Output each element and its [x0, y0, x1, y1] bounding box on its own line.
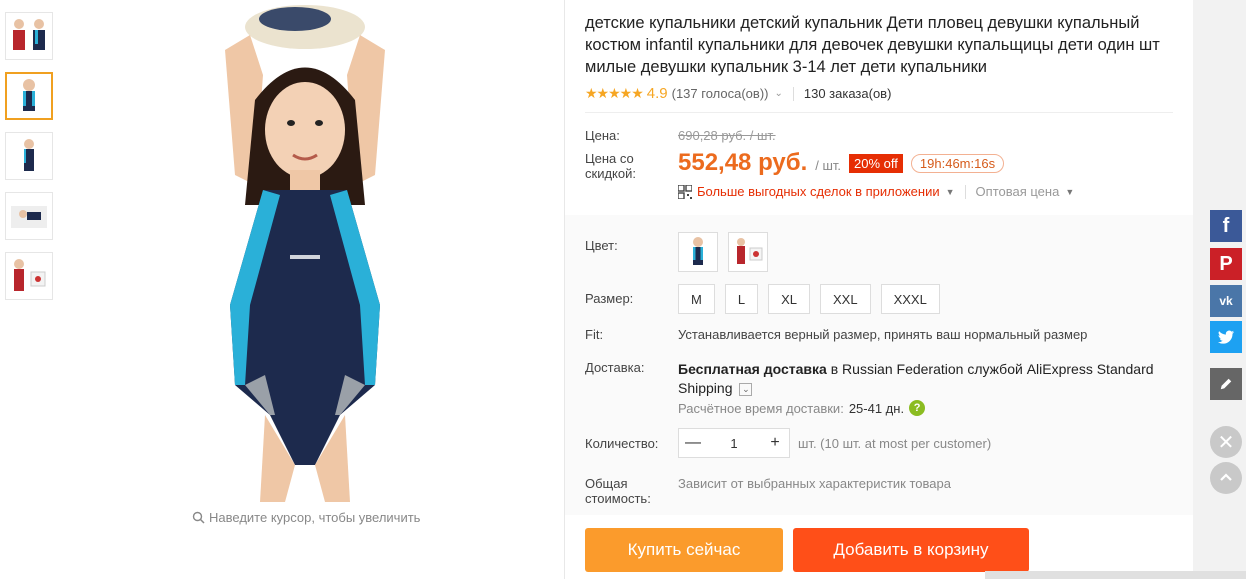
- buy-now-button[interactable]: Купить сейчас: [585, 528, 783, 572]
- product-title: детские купальники детский купальник Дет…: [585, 14, 1160, 76]
- size-option-m[interactable]: M: [678, 284, 715, 314]
- rating-row: ★★★★★ 4.9 (137 голоса(ов)) ⌄ 130 заказа(…: [585, 85, 891, 102]
- app-deals-row: Больше выгодных сделок в приложении ▼ Оп…: [678, 184, 1084, 199]
- color-swatch-navy[interactable]: [678, 232, 718, 272]
- shipping-label: Доставка:: [585, 360, 645, 375]
- caret-down-icon[interactable]: ▼: [946, 187, 955, 197]
- help-icon[interactable]: ?: [909, 400, 926, 416]
- thumbnail-list: [5, 12, 57, 312]
- orders-count: 130 заказа(ов): [803, 86, 892, 101]
- bottom-bar: [985, 571, 1246, 579]
- thumbnail-1[interactable]: [5, 12, 53, 60]
- size-option-l[interactable]: L: [724, 284, 759, 314]
- size-label: Размер:: [585, 291, 634, 306]
- delivery-eta: Расчётное время доставки: 25-41 дн. ?: [678, 400, 926, 416]
- thumbnail-4[interactable]: [5, 192, 53, 240]
- quantity-label: Количество:: [585, 436, 659, 451]
- size-option-xl[interactable]: XL: [768, 284, 810, 314]
- quantity-note: шт. (10 шт. at most per customer): [798, 436, 992, 451]
- thumbnail-2[interactable]: [5, 72, 53, 120]
- app-deals-link[interactable]: Больше выгодных сделок в приложении: [697, 184, 940, 199]
- separator: [964, 184, 966, 199]
- divider: [585, 112, 1173, 113]
- size-option-xxl[interactable]: XXL: [819, 284, 871, 314]
- zoom-hint-text: Наведите курсор, чтобы увеличить: [209, 510, 421, 525]
- shipping-info: Бесплатная доставка в Russian Federation…: [678, 360, 1173, 398]
- vk-share-icon[interactable]: vk: [1210, 285, 1242, 317]
- discount-price-label: Цена со скидкой:: [585, 151, 636, 181]
- chevron-down-icon[interactable]: ⌄: [739, 382, 753, 396]
- quantity-input[interactable]: 1: [707, 429, 761, 457]
- facebook-share-icon[interactable]: f: [1210, 210, 1242, 242]
- rating-value: 4.9: [646, 85, 668, 102]
- twitter-share-icon[interactable]: [1210, 321, 1242, 353]
- chevron-up-icon[interactable]: [1210, 462, 1242, 494]
- color-label: Цвет:: [585, 238, 618, 253]
- discount-badge: 20% off: [849, 153, 903, 173]
- discount-price-row: 552,48 руб. / шт. 20% off 19h:46m:16s: [678, 149, 1005, 177]
- magnifier-icon: [192, 511, 205, 524]
- total-label: Общая стоимость:: [585, 476, 651, 506]
- old-price: 690,28 руб. / шт.: [678, 128, 776, 143]
- eta-value: 25-41 дн.: [848, 400, 905, 416]
- fit-text: Устанавливается верный размер, принять в…: [678, 327, 1088, 342]
- discount-price: 552,48 руб.: [678, 149, 808, 176]
- fit-label: Fit:: [585, 327, 604, 342]
- price-unit: / шт.: [815, 157, 842, 173]
- quantity-increase-button[interactable]: +: [761, 429, 789, 457]
- chevron-down-icon[interactable]: ⌄: [774, 88, 782, 99]
- wholesale-price-link[interactable]: Оптовая цена: [976, 184, 1060, 199]
- countdown-timer: 19h:46m:16s: [910, 153, 1005, 173]
- product-details: детские купальники детский купальник Дет…: [565, 0, 1193, 579]
- thumbnail-3[interactable]: [5, 132, 53, 180]
- size-option-xxxl[interactable]: XXXL: [880, 284, 940, 314]
- caret-down-icon[interactable]: ▼: [1065, 187, 1074, 197]
- close-icon[interactable]: ✕: [1210, 426, 1242, 458]
- rating-stars: ★★★★★: [585, 85, 644, 101]
- size-options: M L XL XXL XXXL: [678, 284, 940, 314]
- quantity-stepper: — 1 +: [678, 428, 790, 458]
- zoom-hint: Наведите курсор, чтобы увеличить: [192, 510, 420, 525]
- shipping-free: Бесплатная доставка: [678, 361, 827, 377]
- total-text: Зависит от выбранных характеристик товар…: [678, 476, 951, 491]
- qr-code-icon: [678, 184, 692, 199]
- color-swatch-red[interactable]: [728, 232, 768, 272]
- pinterest-share-icon[interactable]: P: [1210, 248, 1242, 280]
- product-page: Наведите курсор, чтобы увеличить детские…: [0, 0, 1246, 579]
- add-to-cart-button[interactable]: Добавить в корзину: [793, 528, 1029, 572]
- separator: [792, 86, 794, 101]
- quantity-decrease-button[interactable]: —: [679, 429, 707, 457]
- eta-label: Расчётное время доставки:: [678, 400, 844, 416]
- price-label: Цена:: [585, 128, 620, 143]
- color-swatches: [678, 232, 768, 272]
- pencil-icon[interactable]: [1210, 368, 1242, 400]
- thumbnail-5[interactable]: [5, 252, 53, 300]
- votes-link[interactable]: (137 голоса(ов)): [672, 86, 769, 101]
- main-product-image[interactable]: [155, 5, 455, 502]
